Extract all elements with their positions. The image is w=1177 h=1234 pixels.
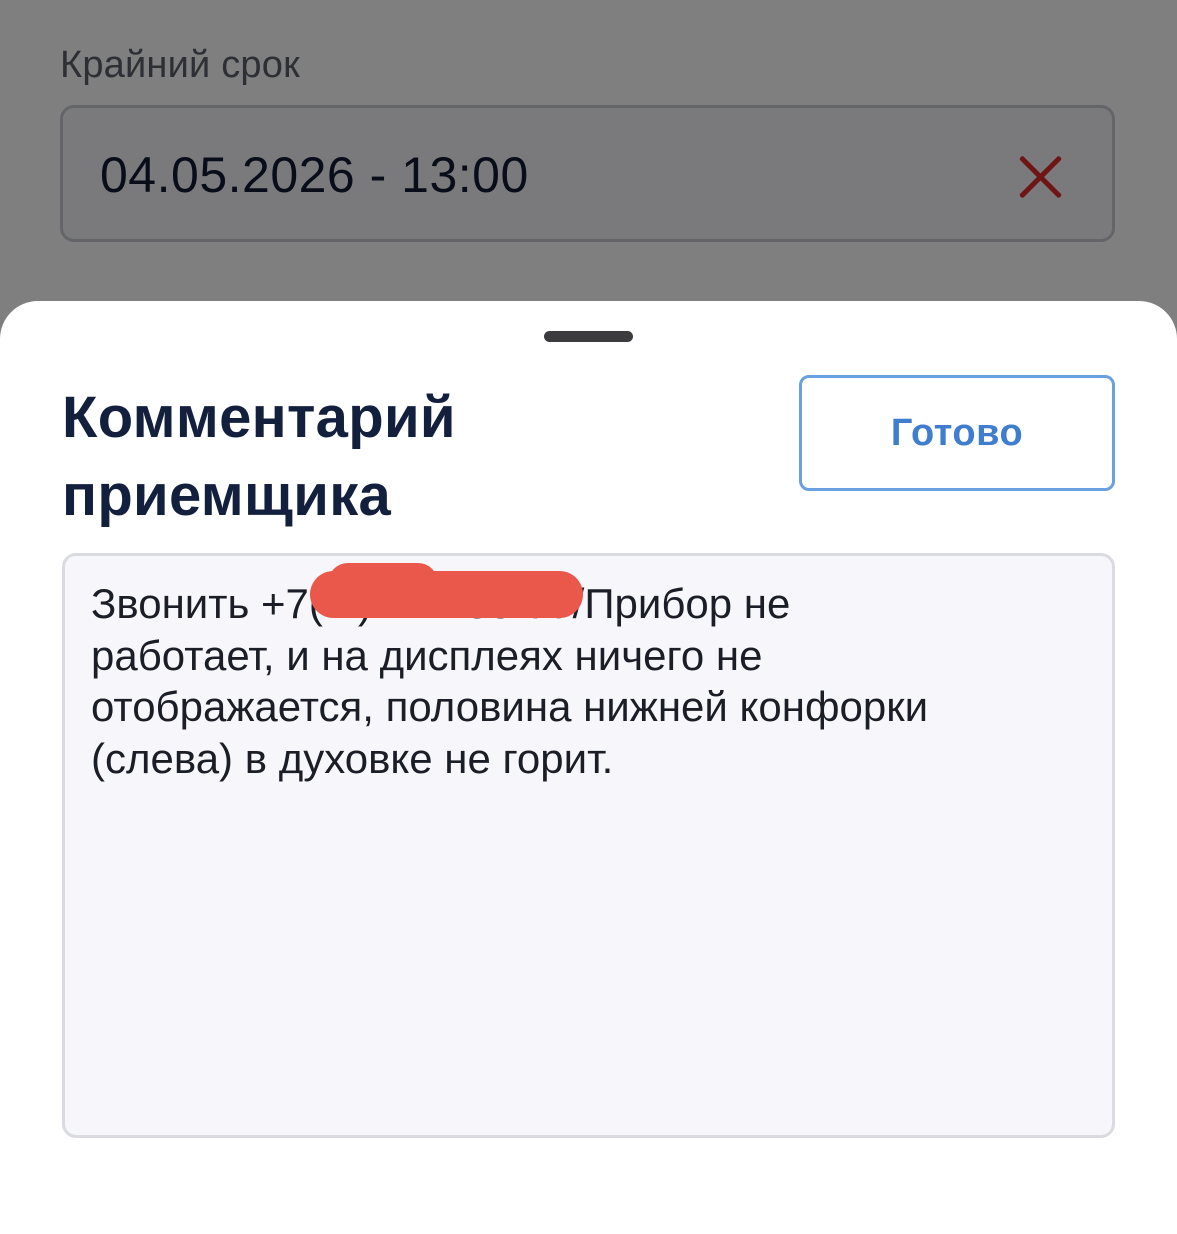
comment-bottom-sheet: Комментарий приемщика Готово Звонить +7(… [0,301,1177,1234]
sheet-drag-handle[interactable] [544,331,633,342]
done-button[interactable]: Готово [799,375,1115,491]
comment-textarea[interactable]: Звонить +7( ) 33-77/Прибор не работает, … [62,553,1115,1138]
sheet-title: Комментарий приемщика [62,385,456,528]
comment-text: Звонить +7( ) 33-77/Прибор не работает, … [91,580,929,782]
redaction-mark [310,563,583,618]
